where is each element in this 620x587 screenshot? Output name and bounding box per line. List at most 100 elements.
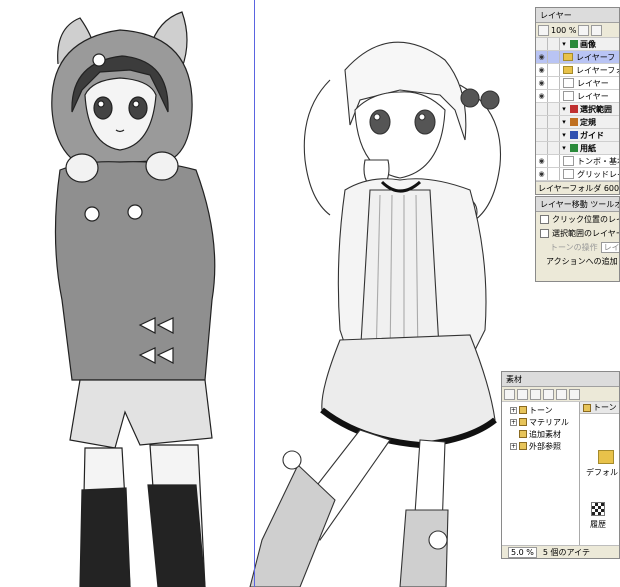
material-items-header: トーン <box>580 402 619 414</box>
material-item-history[interactable]: 履歴 <box>590 502 606 530</box>
lock-toggle-icon[interactable] <box>548 116 560 128</box>
layer-thumbnail-icon <box>563 169 574 179</box>
lock-toggle-icon[interactable] <box>548 38 560 50</box>
group-color-icon <box>570 144 578 152</box>
eye-visibility-icon[interactable] <box>536 103 548 115</box>
layer-zoom-value[interactable]: 100 % <box>551 26 576 35</box>
material-tree-item[interactable]: + トーン <box>510 404 579 416</box>
material-item-default-label: デフォルト <box>586 468 619 477</box>
layer-row[interactable]: ◉ レイヤーフ <box>536 51 619 64</box>
tone-folder-icon <box>583 403 591 412</box>
layer-palette-title: レイヤー <box>536 8 619 23</box>
eye-visibility-icon[interactable]: ◉ <box>536 64 548 76</box>
vertical-guide-line <box>254 0 255 587</box>
lock-toggle-icon[interactable] <box>548 90 560 102</box>
expand-arrow-icon[interactable]: ▾ <box>560 118 568 126</box>
expand-arrow-icon[interactable]: ▾ <box>560 144 568 152</box>
tree-expand-icon[interactable]: + <box>510 406 517 414</box>
eye-visibility-icon[interactable]: ◉ <box>536 90 548 102</box>
layer-status-bar: レイヤーフォルダ 600 dpi(黒) <box>536 181 619 194</box>
lock-toggle-icon[interactable] <box>548 103 560 115</box>
material-tool-icon-1[interactable] <box>504 388 515 400</box>
layer-row[interactable]: ▾ 選択範囲 <box>536 103 619 116</box>
layer-row[interactable]: ▾ ガイド <box>536 129 619 142</box>
layer-row-label: トンボ・基本枠 <box>577 156 619 166</box>
eye-visibility-icon[interactable]: ◉ <box>536 77 548 89</box>
layer-row-label: レイヤー <box>577 78 609 88</box>
eye-visibility-icon[interactable]: ◉ <box>536 155 548 167</box>
lock-toggle-icon[interactable] <box>548 64 560 76</box>
layer-list: ▾ 画像 ◉ レイヤーフ ◉ レイヤーフォ ◉ レイヤー ◉ レイヤー ▾ 選択範囲 ▾ 定規 ▾ ガイド ▾ 用… <box>536 38 619 181</box>
lock-toggle-icon[interactable] <box>548 129 560 141</box>
layer-row-label: 定規 <box>580 117 596 127</box>
default-folder-icon <box>598 450 614 464</box>
expand-arrow-icon[interactable]: ▾ <box>560 105 568 113</box>
eye-visibility-icon[interactable]: ◉ <box>536 168 548 180</box>
layer-row-label: グリッドレイヤ <box>577 169 619 179</box>
material-tool-icon-4[interactable] <box>543 388 554 400</box>
tone-operation-label: トーンの操作 <box>550 242 598 252</box>
group-color-icon <box>570 40 578 48</box>
group-color-icon <box>570 131 578 139</box>
layer-settings-icon[interactable] <box>538 24 549 36</box>
material-tool-icon-5[interactable] <box>556 388 567 400</box>
layer-thumbnail-icon <box>563 91 574 101</box>
selection-range-checkbox[interactable] <box>540 228 549 238</box>
lock-toggle-icon[interactable] <box>548 168 560 180</box>
material-item-default[interactable]: デフォルト <box>586 450 619 478</box>
material-tool-icon-6[interactable] <box>569 388 580 400</box>
material-tree-label: マテリアル <box>529 417 569 427</box>
material-count-label: 5 個のアイテ <box>542 548 590 557</box>
layer-row[interactable]: ◉ レイヤー <box>536 90 619 103</box>
layer-row-label: 選択範囲 <box>580 104 612 114</box>
lock-toggle-icon[interactable] <box>548 155 560 167</box>
material-tree: + トーン + マテリアル 追加素材 + 外部参照 <box>502 402 580 545</box>
layer-row[interactable]: ▾ 用紙 <box>536 142 619 155</box>
layer-palette: レイヤー 100 % ▾ 画像 ◉ レイヤーフ ◉ レイヤーフォ ◉ レイヤー ◉ レイヤー ▾ 選択… <box>535 7 620 195</box>
material-folder-icon <box>519 418 527 426</box>
expand-arrow-icon[interactable]: ▾ <box>560 131 568 139</box>
eye-visibility-icon[interactable] <box>536 116 548 128</box>
option-click-position[interactable]: クリック位置のレイヤーを <box>536 212 619 226</box>
material-folder-icon <box>519 406 527 414</box>
material-tree-item[interactable]: + マテリアル <box>510 416 579 428</box>
material-items-header-label: トーン <box>593 403 617 412</box>
eye-visibility-icon[interactable] <box>536 142 548 154</box>
material-tool-icon-2[interactable] <box>517 388 528 400</box>
layer-thumbnail-icon <box>563 78 574 88</box>
tree-expand-icon[interactable]: + <box>510 418 517 426</box>
layer-row[interactable]: ◉ レイヤー <box>536 77 619 90</box>
tone-operation-select[interactable]: レイヤー <box>600 241 619 253</box>
expand-arrow-icon[interactable]: ▾ <box>560 40 568 48</box>
layer-row[interactable]: ◉ トンボ・基本枠 <box>536 155 619 168</box>
material-tree-item[interactable]: 追加素材 <box>510 428 579 440</box>
material-folder-icon <box>519 442 527 450</box>
layer-row-label: ガイド <box>580 130 604 140</box>
tree-expand-icon[interactable]: + <box>510 442 517 450</box>
option-selection-range[interactable]: 選択範囲のレイヤーを <box>536 226 619 240</box>
layer-row[interactable]: ▾ 画像 <box>536 38 619 51</box>
layer-row[interactable]: ▾ 定規 <box>536 116 619 129</box>
tone-operation-row: トーンの操作 レイヤー <box>536 240 619 254</box>
eye-visibility-icon[interactable] <box>536 38 548 50</box>
layer-row-label: レイヤー <box>577 91 609 101</box>
layer-row[interactable]: ◉ レイヤーフォ <box>536 64 619 77</box>
eye-visibility-icon[interactable] <box>536 129 548 141</box>
click-position-checkbox[interactable] <box>540 214 549 224</box>
layer-row-label: レイヤーフォ <box>576 65 620 75</box>
layer-delete-icon[interactable] <box>591 24 603 36</box>
material-tree-label: トーン <box>529 405 553 415</box>
material-folder-icon <box>519 430 527 438</box>
lock-toggle-icon[interactable] <box>548 77 560 89</box>
layer-add-icon[interactable] <box>578 24 590 36</box>
lock-toggle-icon[interactable] <box>548 51 560 63</box>
lock-toggle-icon[interactable] <box>548 142 560 154</box>
material-tool-icon-3[interactable] <box>530 388 541 400</box>
layer-row[interactable]: ◉ グリッドレイヤ <box>536 168 619 181</box>
material-tree-item[interactable]: + 外部参照 <box>510 440 579 452</box>
action-add-label: アクションへの追加 <box>546 256 618 266</box>
selection-range-label: 選択範囲のレイヤーを <box>552 228 619 238</box>
layer-row-label: 画像 <box>580 39 596 49</box>
eye-visibility-icon[interactable]: ◉ <box>536 51 548 63</box>
material-zoom-value[interactable]: 5.0 % <box>508 547 537 558</box>
